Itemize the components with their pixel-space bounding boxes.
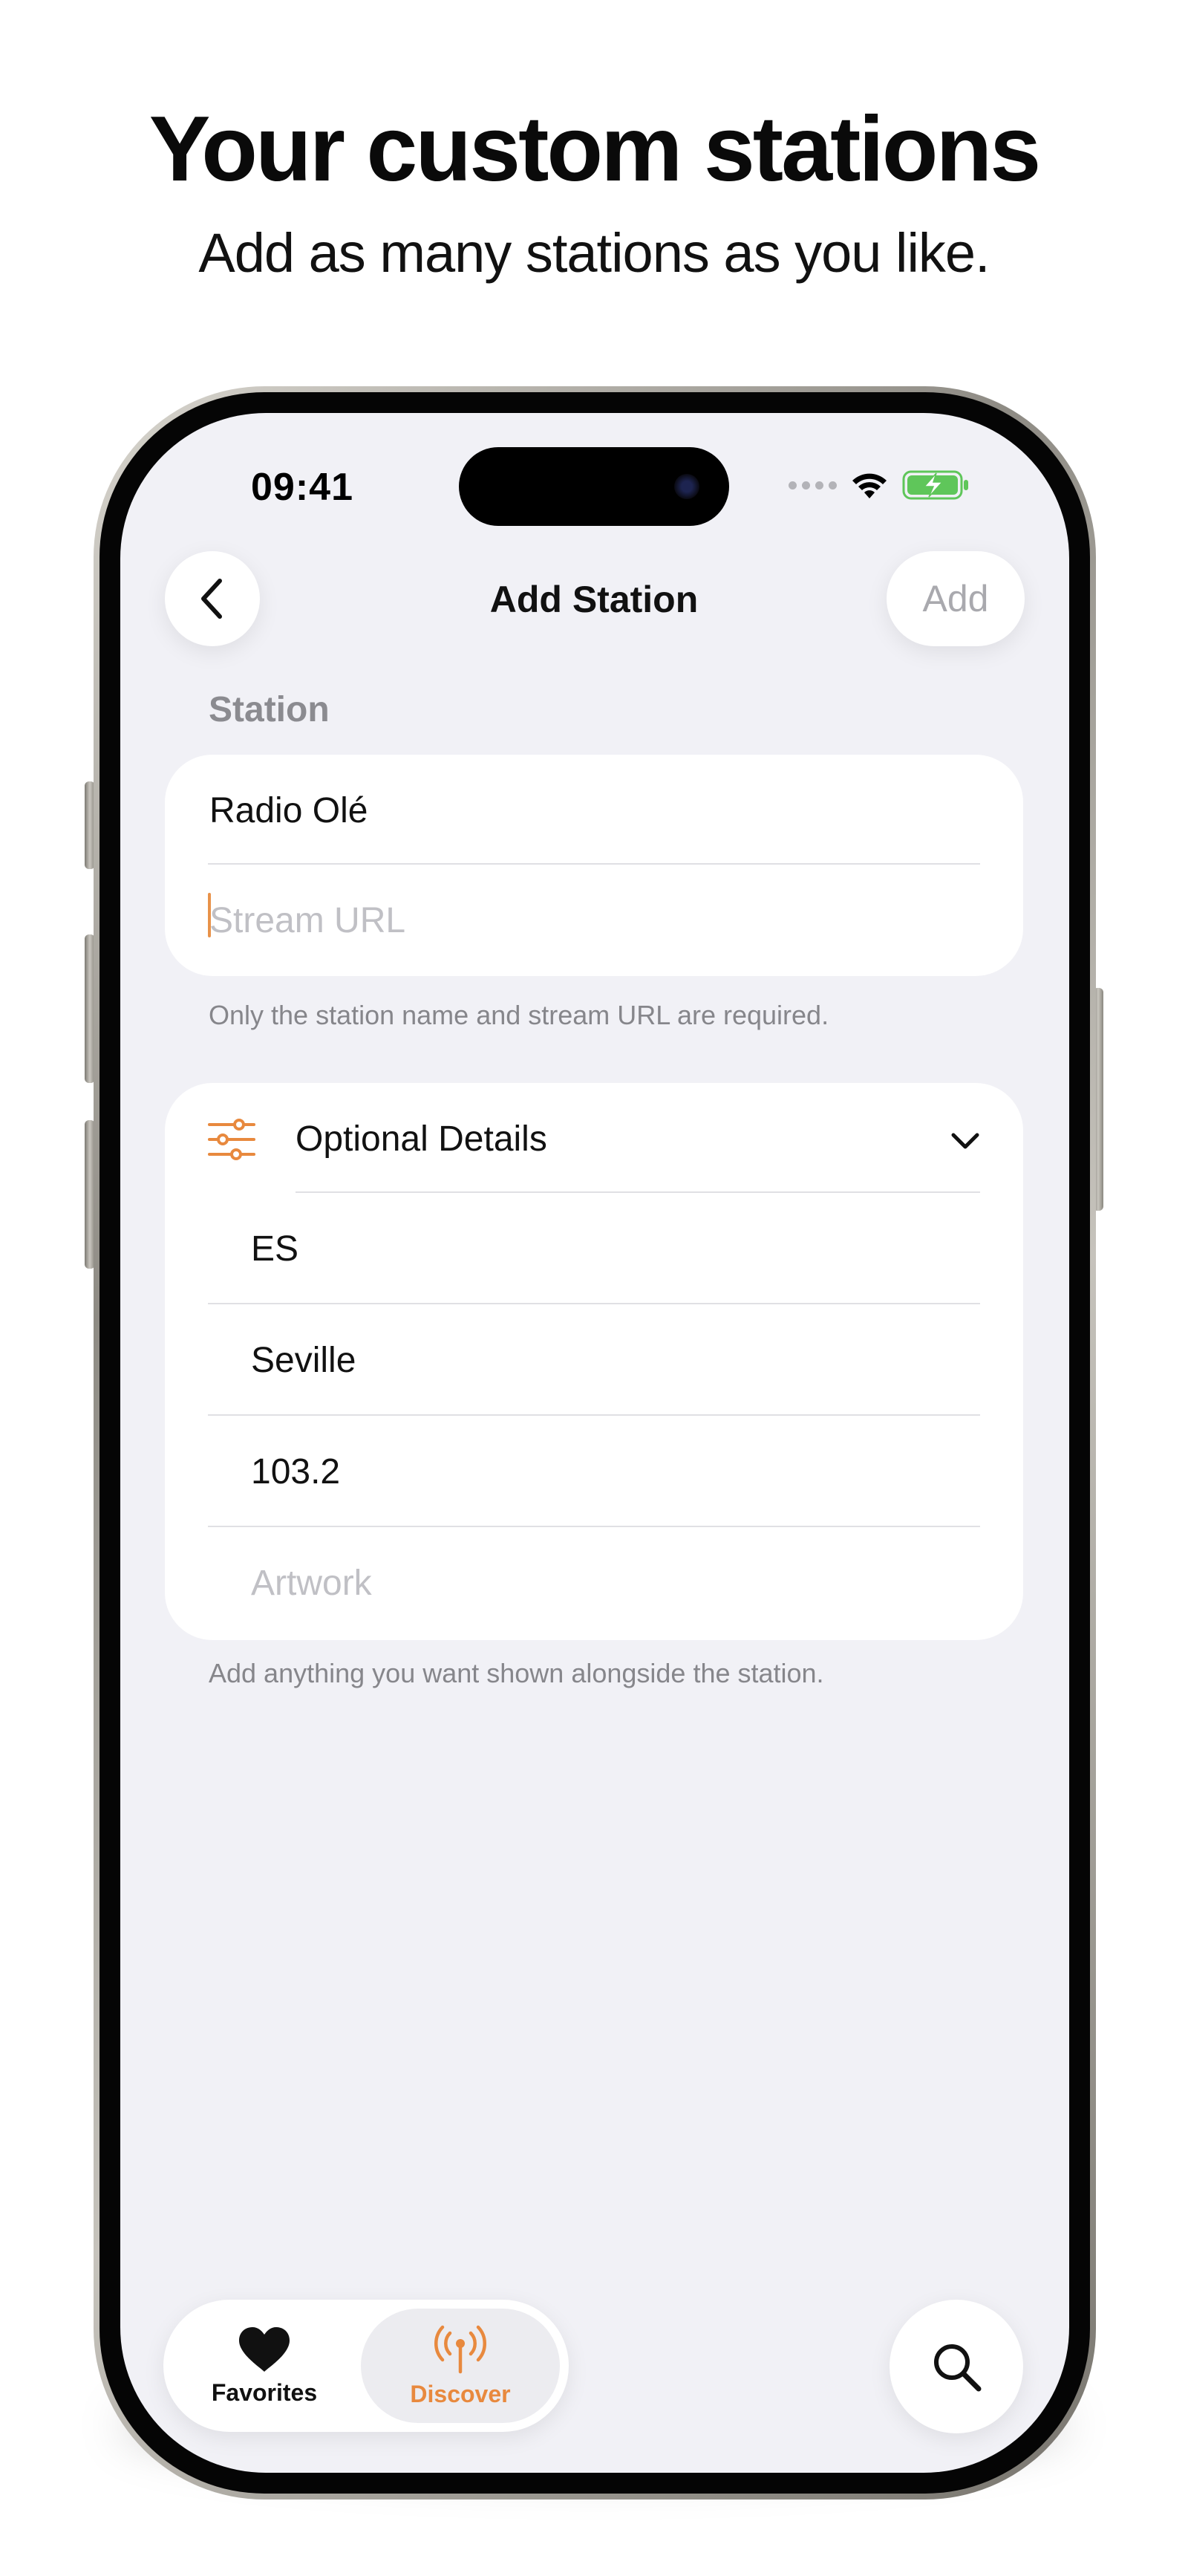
cellular-dots-icon: [789, 481, 837, 489]
row-divider: [208, 1303, 980, 1304]
camera-icon: [674, 474, 699, 499]
dynamic-island: [459, 447, 729, 526]
optional-details-header[interactable]: Optional Details: [165, 1083, 1023, 1193]
station-footnote: Only the station name and stream URL are…: [209, 1000, 829, 1030]
marketing-subheadline: Add as many stations as you like.: [198, 222, 990, 284]
tab-favorites[interactable]: Favorites: [172, 2309, 356, 2423]
marketing-headline: Your custom stations: [148, 98, 1042, 201]
frequency-field[interactable]: 103.2: [251, 1451, 340, 1492]
battery-charging-icon: [902, 470, 968, 500]
section-label-station: Station: [209, 690, 330, 729]
status-time: 09:41: [251, 466, 353, 509]
phone-bezel: 09:41 Add Station Add Station Radio Olé …: [99, 392, 1090, 2494]
optional-details-label: Optional Details: [296, 1119, 547, 1159]
tab-discover[interactable]: Discover: [361, 2309, 560, 2423]
row-divider: [208, 1414, 980, 1416]
artwork-field[interactable]: Artwork: [251, 1563, 372, 1604]
search-button[interactable]: [890, 2300, 1023, 2433]
optional-details-card: Optional Details ES Seville 103.2 Artwor…: [165, 1083, 1023, 1640]
antenna-icon: [434, 2325, 486, 2373]
station-name-field[interactable]: Radio Olé: [209, 790, 368, 831]
row-divider: [208, 1526, 980, 1527]
tab-label: Favorites: [211, 2378, 318, 2406]
row-divider: [296, 1191, 980, 1193]
status-icons: [789, 466, 970, 504]
city-field[interactable]: Seville: [251, 1340, 356, 1381]
search-icon: [934, 2344, 982, 2392]
stream-url-field[interactable]: Stream URL: [209, 900, 405, 941]
wifi-icon: [852, 473, 887, 498]
tab-label: Discover: [410, 2380, 511, 2407]
country-field[interactable]: ES: [251, 1229, 298, 1269]
add-button[interactable]: Add: [887, 551, 1025, 646]
station-card: Radio Olé Stream URL: [165, 755, 1023, 976]
phone-screen: 09:41 Add Station Add Station Radio Olé …: [120, 413, 1069, 2473]
row-divider: [208, 863, 980, 865]
chevron-down-icon: [951, 1133, 979, 1149]
phone-frame: 09:41 Add Station Add Station Radio Olé …: [94, 386, 1096, 2499]
heart-icon: [239, 2326, 290, 2372]
optional-footnote: Add anything you want shown alongside th…: [209, 1658, 824, 1688]
tab-bar: Favorites Discover: [163, 2300, 569, 2432]
sliders-icon: [208, 1119, 255, 1160]
